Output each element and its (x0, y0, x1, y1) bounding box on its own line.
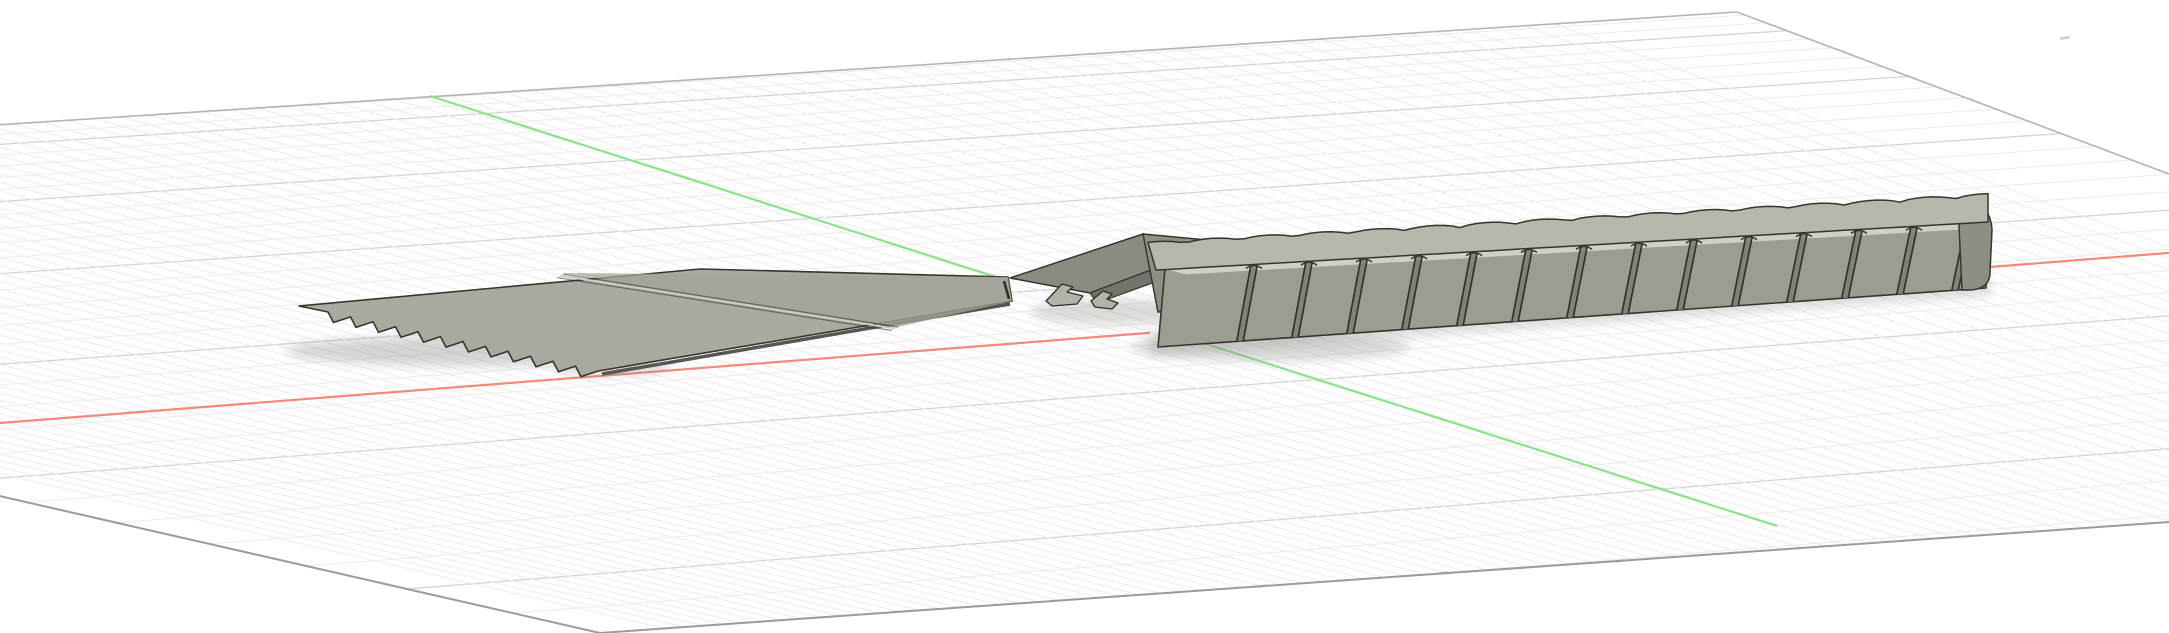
viewport-canvas[interactable] (0, 0, 2169, 633)
cad-viewport[interactable] (0, 0, 2169, 633)
